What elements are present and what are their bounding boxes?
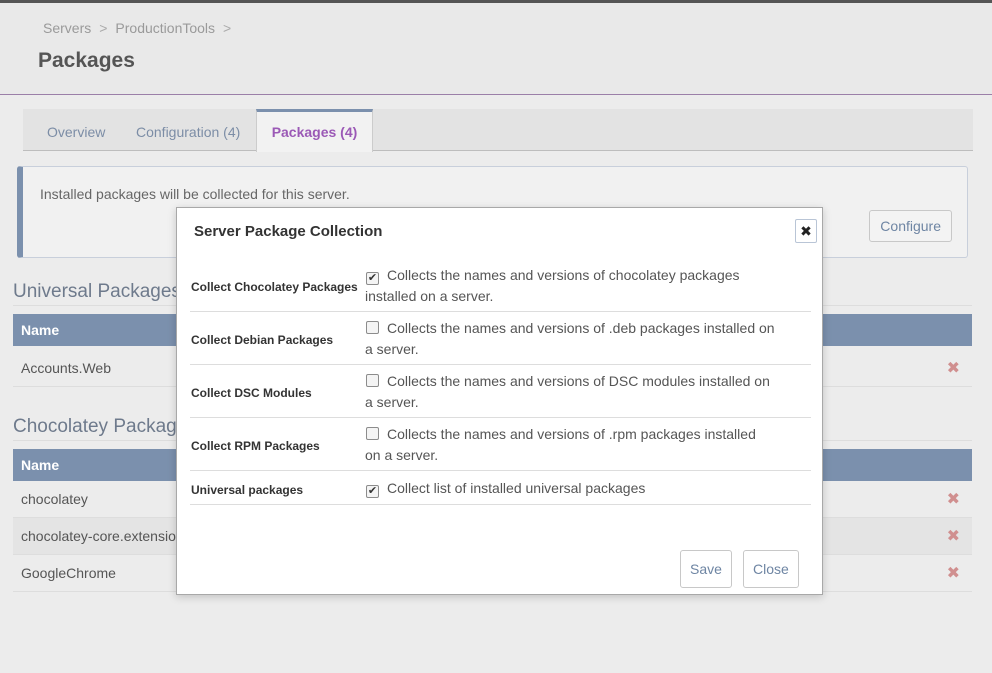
option-desc-text: Collects the names and versions of .rpm … bbox=[365, 426, 756, 463]
checkbox-debian[interactable] bbox=[366, 321, 379, 334]
breadcrumb: Servers > ProductionTools > bbox=[43, 20, 231, 36]
option-desc-text: Collects the names and versions of choco… bbox=[365, 267, 740, 304]
checkbox-rpm[interactable] bbox=[366, 427, 379, 440]
option-label: Collect Debian Packages bbox=[191, 333, 334, 347]
chocolatey-packages-title: Chocolatey Packages bbox=[13, 416, 197, 437]
option-desc-text: Collects the names and versions of DSC m… bbox=[365, 373, 770, 410]
option-desc-text: Collects the names and versions of .deb … bbox=[365, 320, 775, 357]
option-description: ✔ Collects the names and versions of choc… bbox=[365, 265, 775, 307]
option-row-debian: Collect Debian Packages Collects the nam… bbox=[190, 312, 811, 365]
option-row-universal: Universal packages ✔ Collect list of inst… bbox=[190, 471, 811, 505]
modal-title: Server Package Collection bbox=[194, 223, 383, 240]
option-row-rpm: Collect RPM Packages Collects the names … bbox=[190, 418, 811, 471]
package-name: GoogleChrome bbox=[21, 565, 116, 581]
close-icon[interactable]: ✖ bbox=[795, 219, 817, 243]
option-description: Collects the names and versions of DSC m… bbox=[365, 371, 775, 413]
breadcrumb-servers[interactable]: Servers bbox=[43, 20, 91, 36]
option-description: Collects the names and versions of .deb … bbox=[365, 318, 775, 360]
breadcrumb-separator: > bbox=[99, 20, 108, 36]
delete-icon[interactable]: ✖ bbox=[947, 555, 960, 592]
option-row-dsc: Collect DSC Modules Collects the names a… bbox=[190, 365, 811, 418]
package-collection-modal: Server Package Collection ✖ Collect Choc… bbox=[176, 207, 823, 595]
configure-button[interactable]: Configure bbox=[869, 210, 952, 242]
option-label: Universal packages bbox=[191, 483, 304, 497]
tab-packages[interactable]: Packages (4) bbox=[256, 109, 373, 152]
option-desc-text: Collect list of installed universal pack… bbox=[387, 480, 646, 496]
package-name: chocolatey-core.extension bbox=[21, 528, 184, 544]
option-label: Collect RPM Packages bbox=[191, 439, 320, 453]
option-description: ✔ Collect list of installed universal pac… bbox=[365, 478, 775, 499]
universal-packages-title: Universal Packages bbox=[13, 281, 181, 302]
package-name: Accounts.Web bbox=[21, 360, 112, 376]
info-text: Installed packages will be collected for… bbox=[40, 186, 350, 202]
breadcrumb-productiontools[interactable]: ProductionTools bbox=[115, 20, 215, 36]
delete-icon[interactable]: ✖ bbox=[947, 481, 960, 518]
option-label: Collect Chocolatey Packages bbox=[191, 280, 358, 294]
tab-overview[interactable]: Overview bbox=[47, 109, 105, 151]
close-button[interactable]: Close bbox=[743, 550, 799, 588]
breadcrumb-separator: > bbox=[223, 20, 232, 36]
delete-icon[interactable]: ✖ bbox=[947, 350, 960, 387]
page-title: Packages bbox=[38, 49, 135, 72]
checkbox-universal[interactable]: ✔ bbox=[366, 485, 379, 498]
option-label: Collect DSC Modules bbox=[191, 386, 312, 400]
option-row-chocolatey: Collect Chocolatey Packages ✔ Collects th… bbox=[190, 259, 811, 312]
checkbox-chocolatey[interactable]: ✔ bbox=[366, 272, 379, 285]
tab-bar: Overview Configuration (4) Packages (4) bbox=[23, 109, 973, 152]
option-description: Collects the names and versions of .rpm … bbox=[365, 424, 775, 466]
save-button[interactable]: Save bbox=[680, 550, 732, 588]
page-header: Servers > ProductionTools > Packages bbox=[0, 3, 992, 95]
delete-icon[interactable]: ✖ bbox=[947, 518, 960, 555]
package-name: chocolatey bbox=[21, 491, 88, 507]
tab-configuration[interactable]: Configuration (4) bbox=[136, 109, 240, 151]
checkbox-dsc[interactable] bbox=[366, 374, 379, 387]
